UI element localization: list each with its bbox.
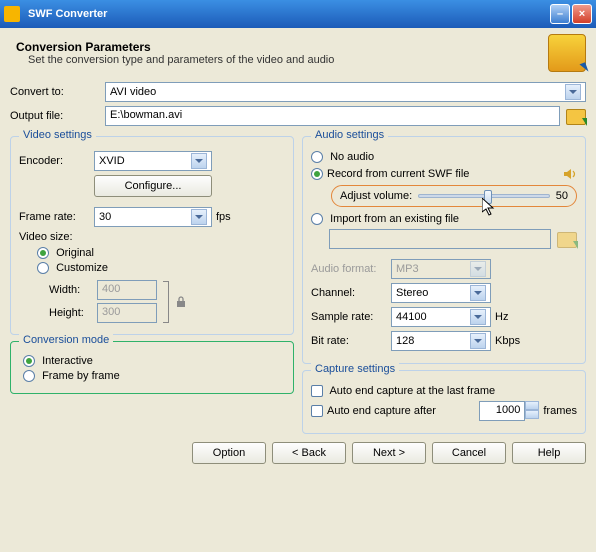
height-input: 300 bbox=[97, 303, 157, 323]
chevron-down-icon bbox=[470, 285, 486, 301]
record-swf-radio[interactable] bbox=[311, 168, 323, 180]
page-subtitle: Set the conversion type and parameters o… bbox=[10, 54, 548, 66]
conversion-mode-group: Conversion mode Interactive Frame by fra… bbox=[10, 341, 294, 394]
convert-to-label: Convert to: bbox=[10, 86, 105, 98]
capture-settings-group: Capture settings Auto end capture at the… bbox=[302, 370, 586, 434]
title-bar: SWF Converter – × bbox=[0, 0, 596, 28]
output-file-label: Output file: bbox=[10, 110, 105, 122]
channel-combo[interactable]: Stereo bbox=[391, 283, 491, 303]
bit-rate-combo[interactable]: 128 bbox=[391, 331, 491, 351]
help-button[interactable]: Help bbox=[512, 442, 586, 464]
video-size-label: Video size: bbox=[19, 231, 285, 243]
chevron-down-icon bbox=[191, 209, 207, 225]
back-button[interactable]: < Back bbox=[272, 442, 346, 464]
minimize-button[interactable]: – bbox=[550, 4, 570, 24]
no-audio-label: No audio bbox=[330, 151, 374, 163]
bit-rate-unit: Kbps bbox=[495, 335, 520, 347]
volume-slider[interactable] bbox=[418, 194, 550, 198]
customize-label: Customize bbox=[56, 262, 108, 274]
next-button[interactable]: Next > bbox=[352, 442, 426, 464]
video-settings-legend: Video settings bbox=[19, 129, 96, 141]
configure-button[interactable]: Configure... bbox=[94, 175, 212, 197]
encoder-label: Encoder: bbox=[19, 155, 94, 167]
convert-to-combo[interactable]: AVI video bbox=[105, 82, 586, 102]
framerate-label: Frame rate: bbox=[19, 211, 94, 223]
sample-rate-combo[interactable]: 44100 bbox=[391, 307, 491, 327]
framerate-unit: fps bbox=[216, 211, 231, 223]
width-label: Width: bbox=[49, 284, 97, 296]
close-button[interactable]: × bbox=[572, 4, 592, 24]
page-header: Conversion Parameters Set the conversion… bbox=[10, 34, 586, 72]
browse-import-icon bbox=[557, 230, 577, 248]
audio-settings-legend: Audio settings bbox=[311, 129, 388, 141]
chevron-down-icon bbox=[470, 333, 486, 349]
interactive-radio[interactable] bbox=[23, 355, 35, 367]
interactive-label: Interactive bbox=[42, 355, 93, 367]
frame-by-frame-label: Frame by frame bbox=[42, 370, 120, 382]
customize-radio[interactable] bbox=[37, 262, 49, 274]
frame-by-frame-radio[interactable] bbox=[23, 370, 35, 382]
aspect-bracket bbox=[163, 281, 169, 323]
import-file-label: Import from an existing file bbox=[330, 213, 459, 225]
video-settings-group: Video settings Encoder: XVID Configure..… bbox=[10, 136, 294, 335]
height-label: Height: bbox=[49, 307, 97, 319]
adjust-volume-label: Adjust volume: bbox=[340, 190, 412, 202]
no-audio-radio[interactable] bbox=[311, 151, 323, 163]
spin-down-icon[interactable] bbox=[525, 410, 539, 419]
chevron-down-icon bbox=[191, 153, 207, 169]
auto-end-after-check[interactable] bbox=[311, 405, 323, 417]
frames-spin[interactable]: 1000 bbox=[479, 401, 539, 421]
audio-settings-group: Audio settings No audio Record from curr… bbox=[302, 136, 586, 364]
import-file-radio[interactable] bbox=[311, 213, 323, 225]
option-button[interactable]: Option bbox=[192, 442, 266, 464]
lock-aspect-icon[interactable] bbox=[173, 288, 189, 316]
audio-format-combo: MP3 bbox=[391, 259, 491, 279]
original-radio[interactable] bbox=[37, 247, 49, 259]
volume-value: 50 bbox=[556, 190, 568, 202]
spin-up-icon[interactable] bbox=[525, 401, 539, 410]
app-icon bbox=[4, 6, 20, 22]
convert-to-value: AVI video bbox=[110, 86, 156, 98]
browse-output-icon[interactable] bbox=[566, 107, 586, 125]
adjust-volume-group: Adjust volume: 50 bbox=[331, 185, 577, 207]
channel-label: Channel: bbox=[311, 287, 391, 299]
original-label: Original bbox=[56, 247, 94, 259]
cancel-button[interactable]: Cancel bbox=[432, 442, 506, 464]
capture-settings-legend: Capture settings bbox=[311, 363, 399, 375]
record-swf-label: Record from current SWF file bbox=[327, 168, 563, 180]
frames-unit: frames bbox=[543, 405, 577, 417]
import-path-input bbox=[329, 229, 551, 249]
volume-slider-thumb[interactable] bbox=[484, 190, 492, 204]
wizard-icon bbox=[548, 34, 586, 72]
window-title: SWF Converter bbox=[24, 8, 548, 20]
auto-end-after-label: Auto end capture after bbox=[327, 405, 436, 417]
encoder-combo[interactable]: XVID bbox=[94, 151, 212, 171]
sample-rate-label: Sample rate: bbox=[311, 311, 391, 323]
auto-end-last-check[interactable] bbox=[311, 385, 323, 397]
sample-rate-unit: Hz bbox=[495, 311, 508, 323]
width-input: 400 bbox=[97, 280, 157, 300]
bit-rate-label: Bit rate: bbox=[311, 335, 391, 347]
conversion-mode-legend: Conversion mode bbox=[19, 334, 113, 346]
page-title: Conversion Parameters bbox=[10, 40, 548, 54]
chevron-down-icon bbox=[470, 309, 486, 325]
speaker-icon[interactable] bbox=[563, 167, 577, 181]
chevron-down-icon bbox=[565, 84, 581, 100]
chevron-down-icon bbox=[470, 261, 486, 277]
auto-end-last-label: Auto end capture at the last frame bbox=[329, 385, 495, 397]
framerate-combo[interactable]: 30 bbox=[94, 207, 212, 227]
audio-format-label: Audio format: bbox=[311, 263, 391, 275]
output-file-input[interactable]: E:\bowman.avi bbox=[105, 106, 560, 126]
